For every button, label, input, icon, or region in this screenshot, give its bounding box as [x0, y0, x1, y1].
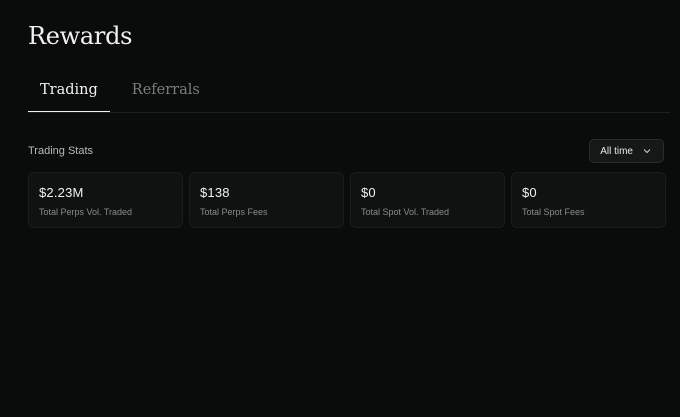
tab-trading[interactable]: Trading — [28, 76, 110, 112]
tab-bar: Trading Referrals — [28, 76, 670, 113]
stat-value: $0 — [522, 185, 537, 200]
stat-label: Total Spot Fees — [522, 207, 585, 217]
stat-card-spot-volume: $0 Total Spot Vol. Traded — [350, 172, 505, 228]
section-title: Trading Stats — [28, 145, 94, 157]
stat-value: $138 — [200, 185, 230, 200]
stat-label: Total Spot Vol. Traded — [361, 207, 450, 217]
tab-referrals[interactable]: Referrals — [120, 76, 212, 106]
chevron-down-icon — [643, 147, 651, 155]
stat-label: Total Perps Fees — [200, 207, 268, 217]
rewards-page: Rewards Trading Referrals Trading Stats … — [0, 0, 680, 417]
stat-cards: $2.23M Total Perps Vol. Traded $138 Tota… — [28, 172, 666, 228]
stat-card-perps-fees: $138 Total Perps Fees — [189, 172, 344, 228]
stat-value: $0 — [361, 185, 376, 200]
timeframe-selected-value: All time — [600, 145, 633, 157]
trading-stats-header: Trading Stats All time — [28, 139, 664, 163]
stat-card-spot-fees: $0 Total Spot Fees — [511, 172, 666, 228]
timeframe-dropdown[interactable]: All time — [589, 139, 664, 163]
stat-value: $2.23M — [39, 185, 84, 200]
page-title: Rewards — [28, 22, 133, 50]
stat-label: Total Perps Vol. Traded — [39, 207, 133, 217]
stat-card-perps-volume: $2.23M Total Perps Vol. Traded — [28, 172, 183, 228]
